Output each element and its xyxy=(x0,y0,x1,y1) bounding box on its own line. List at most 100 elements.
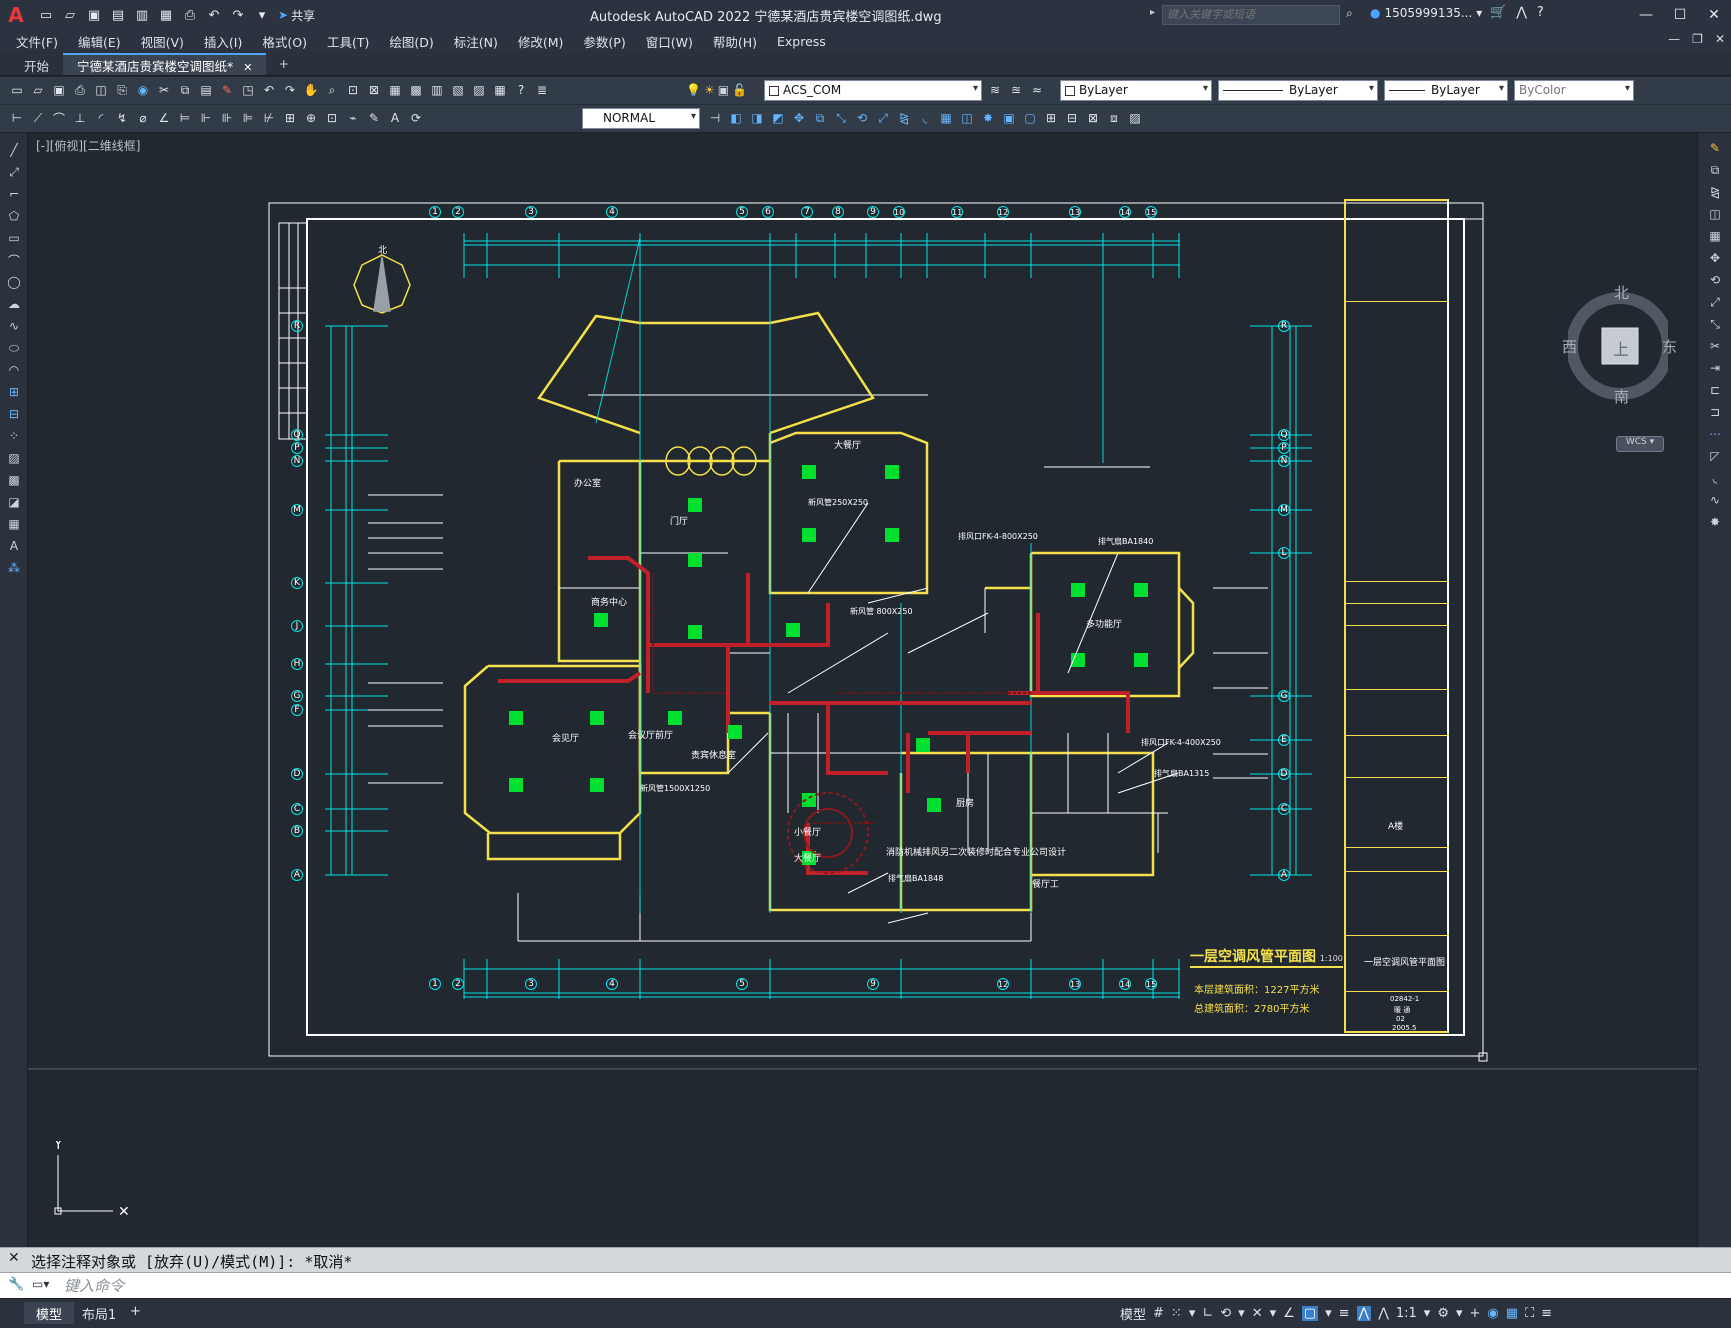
tab-start[interactable]: 开始 xyxy=(10,53,63,75)
chevron-down-icon[interactable]: ▾ xyxy=(1189,1306,1196,1321)
model-space-toggle[interactable]: 模型 xyxy=(1120,1304,1146,1323)
attribute-icon[interactable]: ⊠ xyxy=(1084,109,1102,127)
search-expand-icon[interactable]: ▸ xyxy=(1150,7,1155,18)
dim-update-icon[interactable]: ⟳ xyxy=(407,109,425,127)
region-icon[interactable]: ◪ xyxy=(0,491,28,513)
wrench-icon[interactable]: 🔧 xyxy=(8,1277,24,1292)
tool-palettes-icon[interactable]: ▥ xyxy=(428,81,446,99)
draworder-front-icon[interactable]: ◧ xyxy=(727,109,745,127)
spline-icon[interactable]: ∿ xyxy=(0,315,28,337)
add-layout-button[interactable]: + xyxy=(118,1302,153,1324)
maximize-button[interactable]: ☐ xyxy=(1663,0,1697,30)
make-block-icon[interactable]: ⊟ xyxy=(1063,109,1081,127)
layer-match-icon[interactable]: ≈ xyxy=(1028,81,1046,99)
offset-icon[interactable]: ◫ xyxy=(1698,203,1731,225)
viewcube[interactable]: 北 南 东 西 上 xyxy=(1562,284,1677,411)
gradient-icon[interactable]: ▩ xyxy=(0,469,28,491)
open-file-icon[interactable]: ▱ xyxy=(60,5,80,25)
break-icon[interactable]: ⊐ xyxy=(1698,401,1731,423)
open-icon[interactable]: ▱ xyxy=(29,81,47,99)
tolerance-icon[interactable]: ⊞ xyxy=(281,109,299,127)
dim-arc-icon[interactable]: ⌒ xyxy=(50,109,68,127)
rectangle-icon[interactable]: ▭ xyxy=(0,227,28,249)
ellipse-icon[interactable]: ⬭ xyxy=(0,337,28,359)
calculator-icon[interactable]: ▦ xyxy=(491,81,509,99)
ellipse-arc-icon[interactable]: ◠ xyxy=(0,359,28,381)
viewcube-top-face[interactable]: 上 xyxy=(1613,336,1629,360)
center-mark-icon[interactable]: ⊕ xyxy=(302,109,320,127)
dim-space-icon[interactable]: ⊫ xyxy=(239,109,257,127)
image-icon[interactable]: ▨ xyxy=(1126,109,1144,127)
isodraft-icon[interactable]: ✕ xyxy=(1252,1306,1263,1321)
dim-aligned-icon[interactable]: ⟋ xyxy=(29,109,47,127)
menu-edit[interactable]: 编辑(E) xyxy=(78,32,121,51)
hatch-icon[interactable]: ▨ xyxy=(0,447,28,469)
command-recent-icon[interactable]: ▭▾ xyxy=(32,1277,49,1291)
cart-icon[interactable]: 🛒 xyxy=(1490,5,1506,20)
polar-icon[interactable]: ⟲ xyxy=(1220,1306,1231,1321)
point-icon[interactable]: ⁘ xyxy=(0,425,28,447)
plot-icon[interactable]: ⎙ xyxy=(71,81,89,99)
rotate-icon[interactable]: ⟲ xyxy=(853,109,871,127)
layer-previous-icon[interactable]: ≊ xyxy=(1007,81,1025,99)
preview-icon[interactable]: ◫ xyxy=(92,81,110,99)
menu-tools[interactable]: 工具(T) xyxy=(327,32,369,51)
menu-view[interactable]: 视图(V) xyxy=(141,32,184,51)
add-selected-icon[interactable]: ⁂ xyxy=(0,557,28,579)
close-command-icon[interactable]: ✕ xyxy=(8,1250,20,1266)
layer-properties-icon[interactable]: ≣ xyxy=(533,81,551,99)
color-dropdown[interactable]: ByLayer ▾ xyxy=(1060,80,1212,101)
rotate-icon[interactable]: ⟲ xyxy=(1698,269,1731,291)
extend-icon[interactable]: ⇥ xyxy=(1698,357,1731,379)
menu-dimension[interactable]: 标注(N) xyxy=(454,32,498,51)
line-icon[interactable]: ╱ xyxy=(0,139,28,161)
polygon-icon[interactable]: ⬠ xyxy=(0,205,28,227)
linetype-dropdown[interactable]: ByLayer ▾ xyxy=(1218,80,1378,101)
polyline-icon[interactable]: ⌐ xyxy=(0,183,28,205)
fillet-icon[interactable]: ◟ xyxy=(916,109,934,127)
dim-continue-icon[interactable]: ⊪ xyxy=(218,109,236,127)
dim-diameter-icon[interactable]: ⌀ xyxy=(134,109,152,127)
chevron-down-icon[interactable]: ▾ xyxy=(1270,1306,1277,1321)
markup-icon[interactable]: ▨ xyxy=(470,81,488,99)
compass-west[interactable]: 西 xyxy=(1562,336,1577,357)
layer-dropdown[interactable]: ACS_COM ▾ xyxy=(764,80,982,101)
help-search-input[interactable] xyxy=(1162,5,1340,25)
ortho-icon[interactable]: ∟ xyxy=(1202,1306,1213,1321)
dimstyle-dropdown[interactable]: NORMAL ▾ xyxy=(582,108,700,129)
undo-icon[interactable]: ↶ xyxy=(260,81,278,99)
dim-radius-icon[interactable]: ◜ xyxy=(92,109,110,127)
move-icon[interactable]: ✥ xyxy=(1698,247,1731,269)
stretch-icon[interactable]: ⤡ xyxy=(1698,313,1731,335)
paste-icon[interactable]: ▤ xyxy=(197,81,215,99)
menu-modify[interactable]: 修改(M) xyxy=(518,32,564,51)
customize-icon[interactable]: ▾ xyxy=(252,5,272,25)
insert-block-icon[interactable]: ⊞ xyxy=(0,381,28,403)
dim-ordinate-icon[interactable]: ⊥ xyxy=(71,109,89,127)
menu-insert[interactable]: 插入(I) xyxy=(204,32,242,51)
menu-parametric[interactable]: 参数(P) xyxy=(583,32,625,51)
help-icon[interactable]: ? xyxy=(512,81,530,99)
save-as-icon[interactable]: ▤ xyxy=(108,5,128,25)
explode-icon[interactable]: ✸ xyxy=(1698,511,1731,533)
wcs-menu[interactable]: WCS ▾ xyxy=(1616,436,1664,452)
save-web-icon[interactable]: ▦ xyxy=(156,5,176,25)
chevron-down-icon[interactable]: ▾ xyxy=(1424,1306,1431,1321)
copy-object-icon[interactable]: ⧉ xyxy=(811,109,829,127)
compass-north[interactable]: 北 xyxy=(1614,282,1629,303)
help-icon[interactable]: ? xyxy=(1537,5,1544,20)
dim-linear-icon[interactable]: ⊢ xyxy=(8,109,26,127)
dim-edit-icon[interactable]: ✎ xyxy=(365,109,383,127)
xref-icon[interactable]: ⧈ xyxy=(1105,109,1123,127)
array-icon[interactable]: ▦ xyxy=(1698,225,1731,247)
user-account[interactable]: ● 1505999135... ▾ xyxy=(1370,6,1482,20)
join-icon[interactable]: ⋯ xyxy=(1698,423,1731,445)
circle-icon[interactable]: ◯ xyxy=(0,271,28,293)
move-icon[interactable]: ✥ xyxy=(790,109,808,127)
trim-icon[interactable]: ✂ xyxy=(1698,335,1731,357)
compass-east[interactable]: 东 xyxy=(1662,336,1677,357)
make-current-icon[interactable]: ≋ xyxy=(986,81,1004,99)
make-block-icon[interactable]: ⊟ xyxy=(0,403,28,425)
chevron-down-icon[interactable]: ▾ xyxy=(1325,1306,1332,1321)
zoom-window-icon[interactable]: ⊡ xyxy=(344,81,362,99)
